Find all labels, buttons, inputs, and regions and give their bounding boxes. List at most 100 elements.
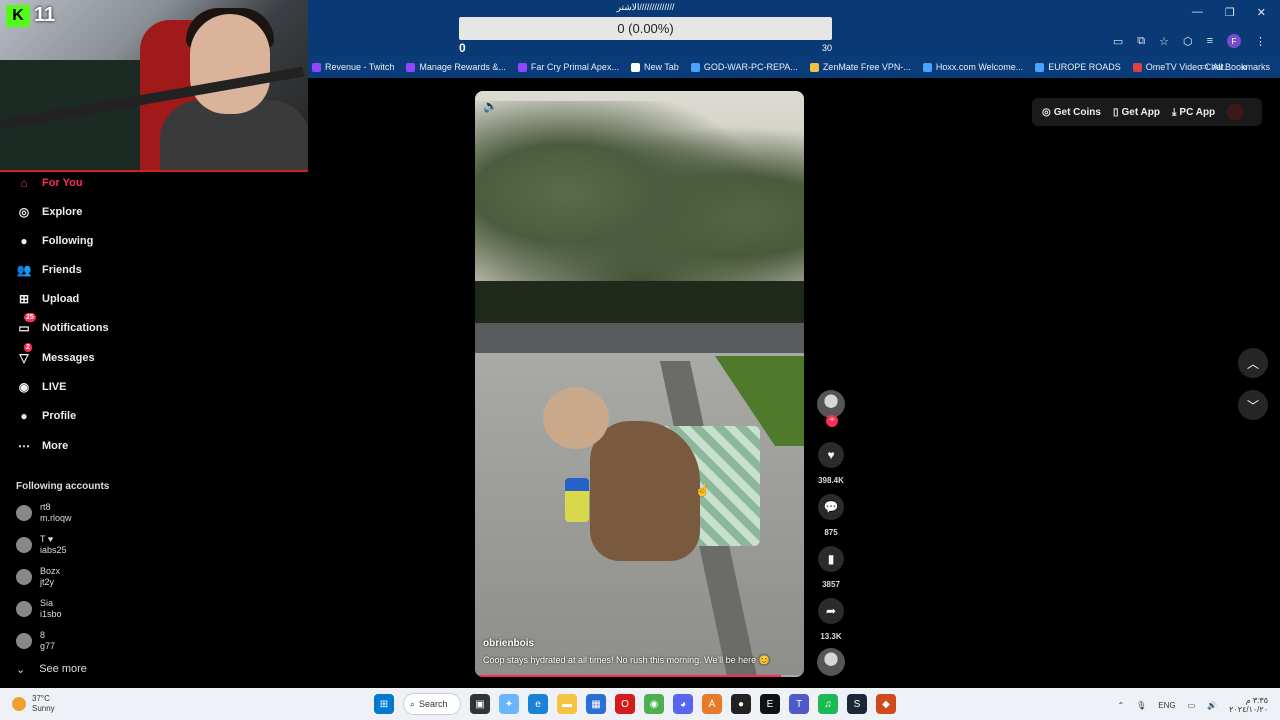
app-icon[interactable]: A: [702, 694, 722, 714]
volume-tray-icon[interactable]: 🔊: [1207, 701, 1217, 710]
sidebar-item-explore[interactable]: ◎ Explore: [16, 203, 83, 221]
teams-icon[interactable]: T: [789, 694, 809, 714]
media-icon[interactable]: ≡: [1207, 35, 1213, 47]
following-account[interactable]: T ♥ iabs25: [16, 534, 67, 556]
clock[interactable]: ٣:٣٥ م ٢٠٢٤/١٠/٢٠: [1229, 696, 1268, 714]
sidebar-item-more[interactable]: ⋯ More: [16, 437, 68, 455]
game-icon[interactable]: ◆: [876, 694, 896, 714]
discord-icon[interactable]: ◕: [673, 694, 693, 714]
task-view-icon[interactable]: ▣: [470, 694, 490, 714]
spotify-icon[interactable]: ♫: [818, 694, 838, 714]
bookmark-favicon-icon: [1035, 62, 1045, 72]
bookmark-item[interactable]: New Tab: [630, 62, 679, 72]
minimize-icon[interactable]: —: [1192, 6, 1203, 19]
notification-badge: 2: [24, 343, 32, 352]
like-button[interactable]: ♥: [818, 442, 844, 468]
sidebar-item-label: Friends: [42, 264, 82, 276]
edge-icon[interactable]: e: [528, 694, 548, 714]
close-icon[interactable]: ✕: [1257, 6, 1266, 19]
following-account[interactable]: Sia i1sbo: [16, 598, 62, 620]
pc-app-label: PC App: [1179, 106, 1216, 118]
account-handle: jt2y: [40, 577, 55, 587]
sidebar-item-following[interactable]: ● Following: [16, 232, 93, 250]
follow-plus-icon[interactable]: +: [826, 415, 838, 427]
restore-icon[interactable]: ❐: [1225, 6, 1235, 19]
creator-avatar[interactable]: +: [817, 390, 845, 427]
epic-games-icon[interactable]: E: [760, 694, 780, 714]
get-app-button[interactable]: ▯ Get App: [1113, 107, 1160, 118]
compass-icon: ◎: [18, 205, 30, 219]
pc-app-button[interactable]: ⤓ PC App: [1172, 107, 1215, 118]
video-author[interactable]: obrienbois: [483, 638, 534, 649]
sidebar-item-messages[interactable]: ▽ 2 Messages: [16, 343, 95, 367]
extensions-icon[interactable]: ⬡: [1183, 35, 1193, 48]
notification-badge: 25: [24, 313, 36, 322]
user-avatar[interactable]: [1227, 104, 1244, 120]
sidebar-item-notifications[interactable]: ▭ 25 Notifications: [16, 313, 109, 337]
get-coins-button[interactable]: ◎ Get Coins: [1042, 107, 1101, 118]
weather-widget[interactable]: 37°C Sunny: [12, 694, 55, 714]
bookmark-item[interactable]: Manage Rewards &...: [406, 62, 506, 72]
menu-icon[interactable]: ⋮: [1255, 35, 1266, 48]
windows-start-icon[interactable]: ⊞: [374, 694, 394, 714]
video-player[interactable]: ☝ 🔈 obrienbois Coop stays hydrated at al…: [475, 91, 804, 677]
bookmark-item[interactable]: GOD-WAR-PC-REPA...: [690, 62, 798, 72]
volume-icon[interactable]: 🔈: [483, 99, 498, 113]
kick-viewer-badge: K 11: [6, 4, 55, 27]
bookmark-label: New Tab: [643, 62, 679, 72]
bookmark-item[interactable]: Hoxx.com Welcome...: [922, 62, 1023, 72]
bookmark-label: Manage Rewards &...: [419, 62, 506, 72]
sidebar-item-label: Notifications: [42, 322, 109, 334]
account-handle: iabs25: [40, 545, 67, 555]
bookmark-item[interactable]: Revenue - Twitch: [312, 62, 394, 72]
microphone-icon[interactable]: 🎙: [1136, 701, 1146, 710]
following-account[interactable]: Bozx jt2y: [16, 566, 60, 588]
sidebar-item-label: Messages: [42, 352, 95, 364]
share-button[interactable]: ➦: [818, 598, 844, 624]
chevron-up-icon: ︿: [1246, 356, 1259, 371]
following-account[interactable]: rt8 m.rloqw: [16, 502, 72, 524]
comment-button[interactable]: 💬: [818, 494, 844, 520]
file-explorer-icon[interactable]: ▬: [557, 694, 577, 714]
clock-time: ٣:٣٥ م: [1245, 696, 1268, 705]
chevron-down-icon: ⌄: [16, 664, 26, 676]
sidebar-item-live[interactable]: ◉ LIVE: [16, 378, 67, 396]
taskbar-search[interactable]: ⌕ Search: [403, 693, 461, 715]
bookmark-item[interactable]: EUROPE ROADS: [1035, 62, 1121, 72]
bookmark-item[interactable]: Far Cry Primal Apex...: [517, 62, 619, 72]
sidebar-item-friends[interactable]: 👥 Friends: [16, 261, 82, 279]
following-account[interactable]: 8 g77: [16, 630, 55, 652]
chevron-up-tray-icon[interactable]: ⌃: [1117, 701, 1124, 710]
video-progress-bar[interactable]: [475, 675, 804, 677]
steam-icon[interactable]: S: [847, 694, 867, 714]
comment-count: 875: [824, 528, 838, 537]
next-video-button[interactable]: ﹀: [1238, 390, 1268, 420]
language-indicator[interactable]: ENG: [1158, 701, 1175, 710]
sidebar-item-for-you[interactable]: ⌂ For You: [16, 174, 82, 192]
previous-video-button[interactable]: ︿: [1238, 348, 1268, 378]
translate-icon[interactable]: ⧉: [1137, 35, 1145, 48]
share-count: 13.3K: [820, 632, 842, 641]
profile-avatar-icon[interactable]: F: [1227, 34, 1241, 48]
store-icon[interactable]: ▦: [586, 694, 606, 714]
network-icon[interactable]: ▭: [1188, 701, 1196, 710]
get-app-label: Get App: [1121, 106, 1160, 118]
star-icon[interactable]: ☆: [1159, 35, 1169, 48]
chrome-icon[interactable]: ◉: [644, 694, 664, 714]
bookmark-favicon-icon: [809, 62, 819, 72]
see-more-button[interactable]: ⌄ See more: [16, 663, 87, 676]
bookmark-label: Revenue - Twitch: [325, 62, 395, 72]
opera-icon[interactable]: O: [615, 694, 635, 714]
sidebar-item-profile[interactable]: ● Profile: [16, 407, 76, 425]
obs-icon[interactable]: ●: [731, 694, 751, 714]
music-disc-avatar[interactable]: [817, 648, 845, 676]
copilot-icon[interactable]: ✦: [499, 694, 519, 714]
account-name: 8: [40, 630, 46, 640]
bookmark-item[interactable]: ZenMate Free VPN-...: [809, 62, 911, 72]
cast-icon[interactable]: ▭: [1113, 35, 1123, 48]
sidebar-item-upload[interactable]: ⊞ Upload: [16, 290, 79, 308]
profile-icon: ●: [20, 409, 28, 423]
bookmark-button[interactable]: ▮: [818, 546, 844, 572]
all-bookmarks-button[interactable]: ▭ All Bookmarks: [1200, 61, 1270, 72]
account-name: rt8: [40, 502, 51, 512]
